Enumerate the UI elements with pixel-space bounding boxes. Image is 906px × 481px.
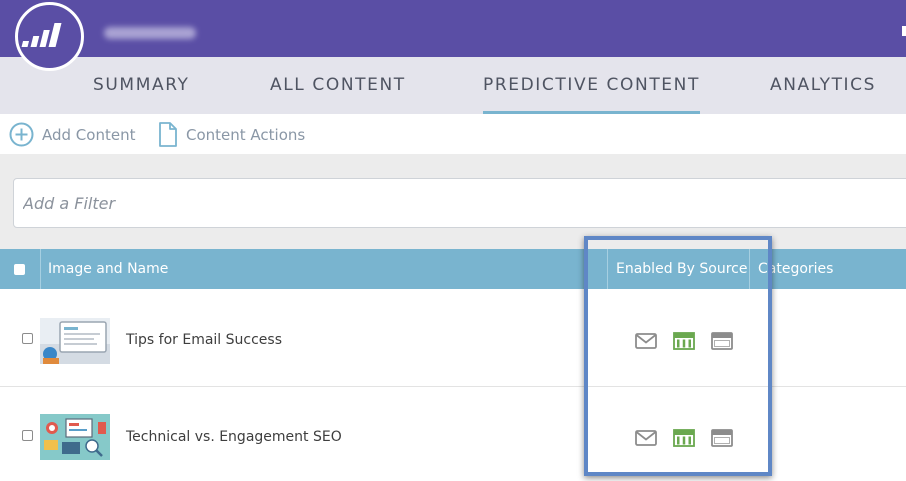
enabled-sources — [635, 332, 733, 350]
row-checkbox[interactable] — [22, 333, 33, 344]
column-divider — [749, 249, 750, 289]
header-edge-marker — [902, 26, 906, 36]
column-divider — [607, 249, 608, 289]
blurred-username — [104, 27, 196, 39]
column-header-categories[interactable]: Categories — [758, 249, 833, 289]
main-nav: SUMMARY ALL CONTENT PREDICTIVE CONTENT A… — [0, 57, 906, 115]
email-icon[interactable] — [635, 332, 657, 350]
web-page-icon[interactable] — [673, 332, 695, 350]
document-icon — [159, 122, 177, 147]
content-name[interactable]: Tips for Email Success — [126, 332, 282, 348]
plus-circle-icon — [9, 122, 34, 147]
enabled-sources — [635, 429, 733, 447]
content-toolbar: Add Content Content Actions — [0, 114, 906, 154]
bar-chart-logo-icon — [21, 23, 62, 47]
content-thumbnail — [40, 318, 110, 364]
column-header-image-and-name[interactable]: Image and Name — [48, 249, 168, 289]
table-row[interactable]: Technical vs. Engagement SEO — [0, 387, 906, 481]
web-page-icon[interactable] — [673, 429, 695, 447]
content-thumbnail — [40, 414, 110, 460]
email-icon[interactable] — [635, 429, 657, 447]
table-header: Image and Name Enabled By Source Categor… — [0, 249, 906, 289]
select-all-checkbox[interactable] — [14, 264, 25, 275]
content-actions-label: Content Actions — [186, 125, 306, 144]
app-logo[interactable] — [15, 2, 84, 71]
column-header-enabled-by-source[interactable]: Enabled By Source — [616, 249, 747, 289]
filter-area — [0, 154, 906, 249]
browser-window-icon[interactable] — [711, 429, 733, 447]
tab-all-content[interactable]: ALL CONTENT — [270, 75, 406, 95]
add-filter-input[interactable] — [13, 178, 906, 228]
browser-window-icon[interactable] — [711, 332, 733, 350]
row-checkbox[interactable] — [22, 430, 33, 441]
add-content-button[interactable]: Add Content — [9, 122, 135, 147]
tab-predictive-content[interactable]: PREDICTIVE CONTENT — [483, 75, 700, 115]
content-name[interactable]: Technical vs. Engagement SEO — [126, 429, 342, 445]
content-actions-button[interactable]: Content Actions — [158, 122, 305, 147]
table-row[interactable]: Tips for Email Success — [0, 290, 906, 387]
top-header-bar — [0, 0, 906, 57]
add-content-label: Add Content — [42, 125, 136, 144]
tab-analytics[interactable]: ANALYTICS — [770, 75, 876, 95]
tab-summary[interactable]: SUMMARY — [93, 75, 190, 95]
column-divider — [40, 249, 41, 289]
